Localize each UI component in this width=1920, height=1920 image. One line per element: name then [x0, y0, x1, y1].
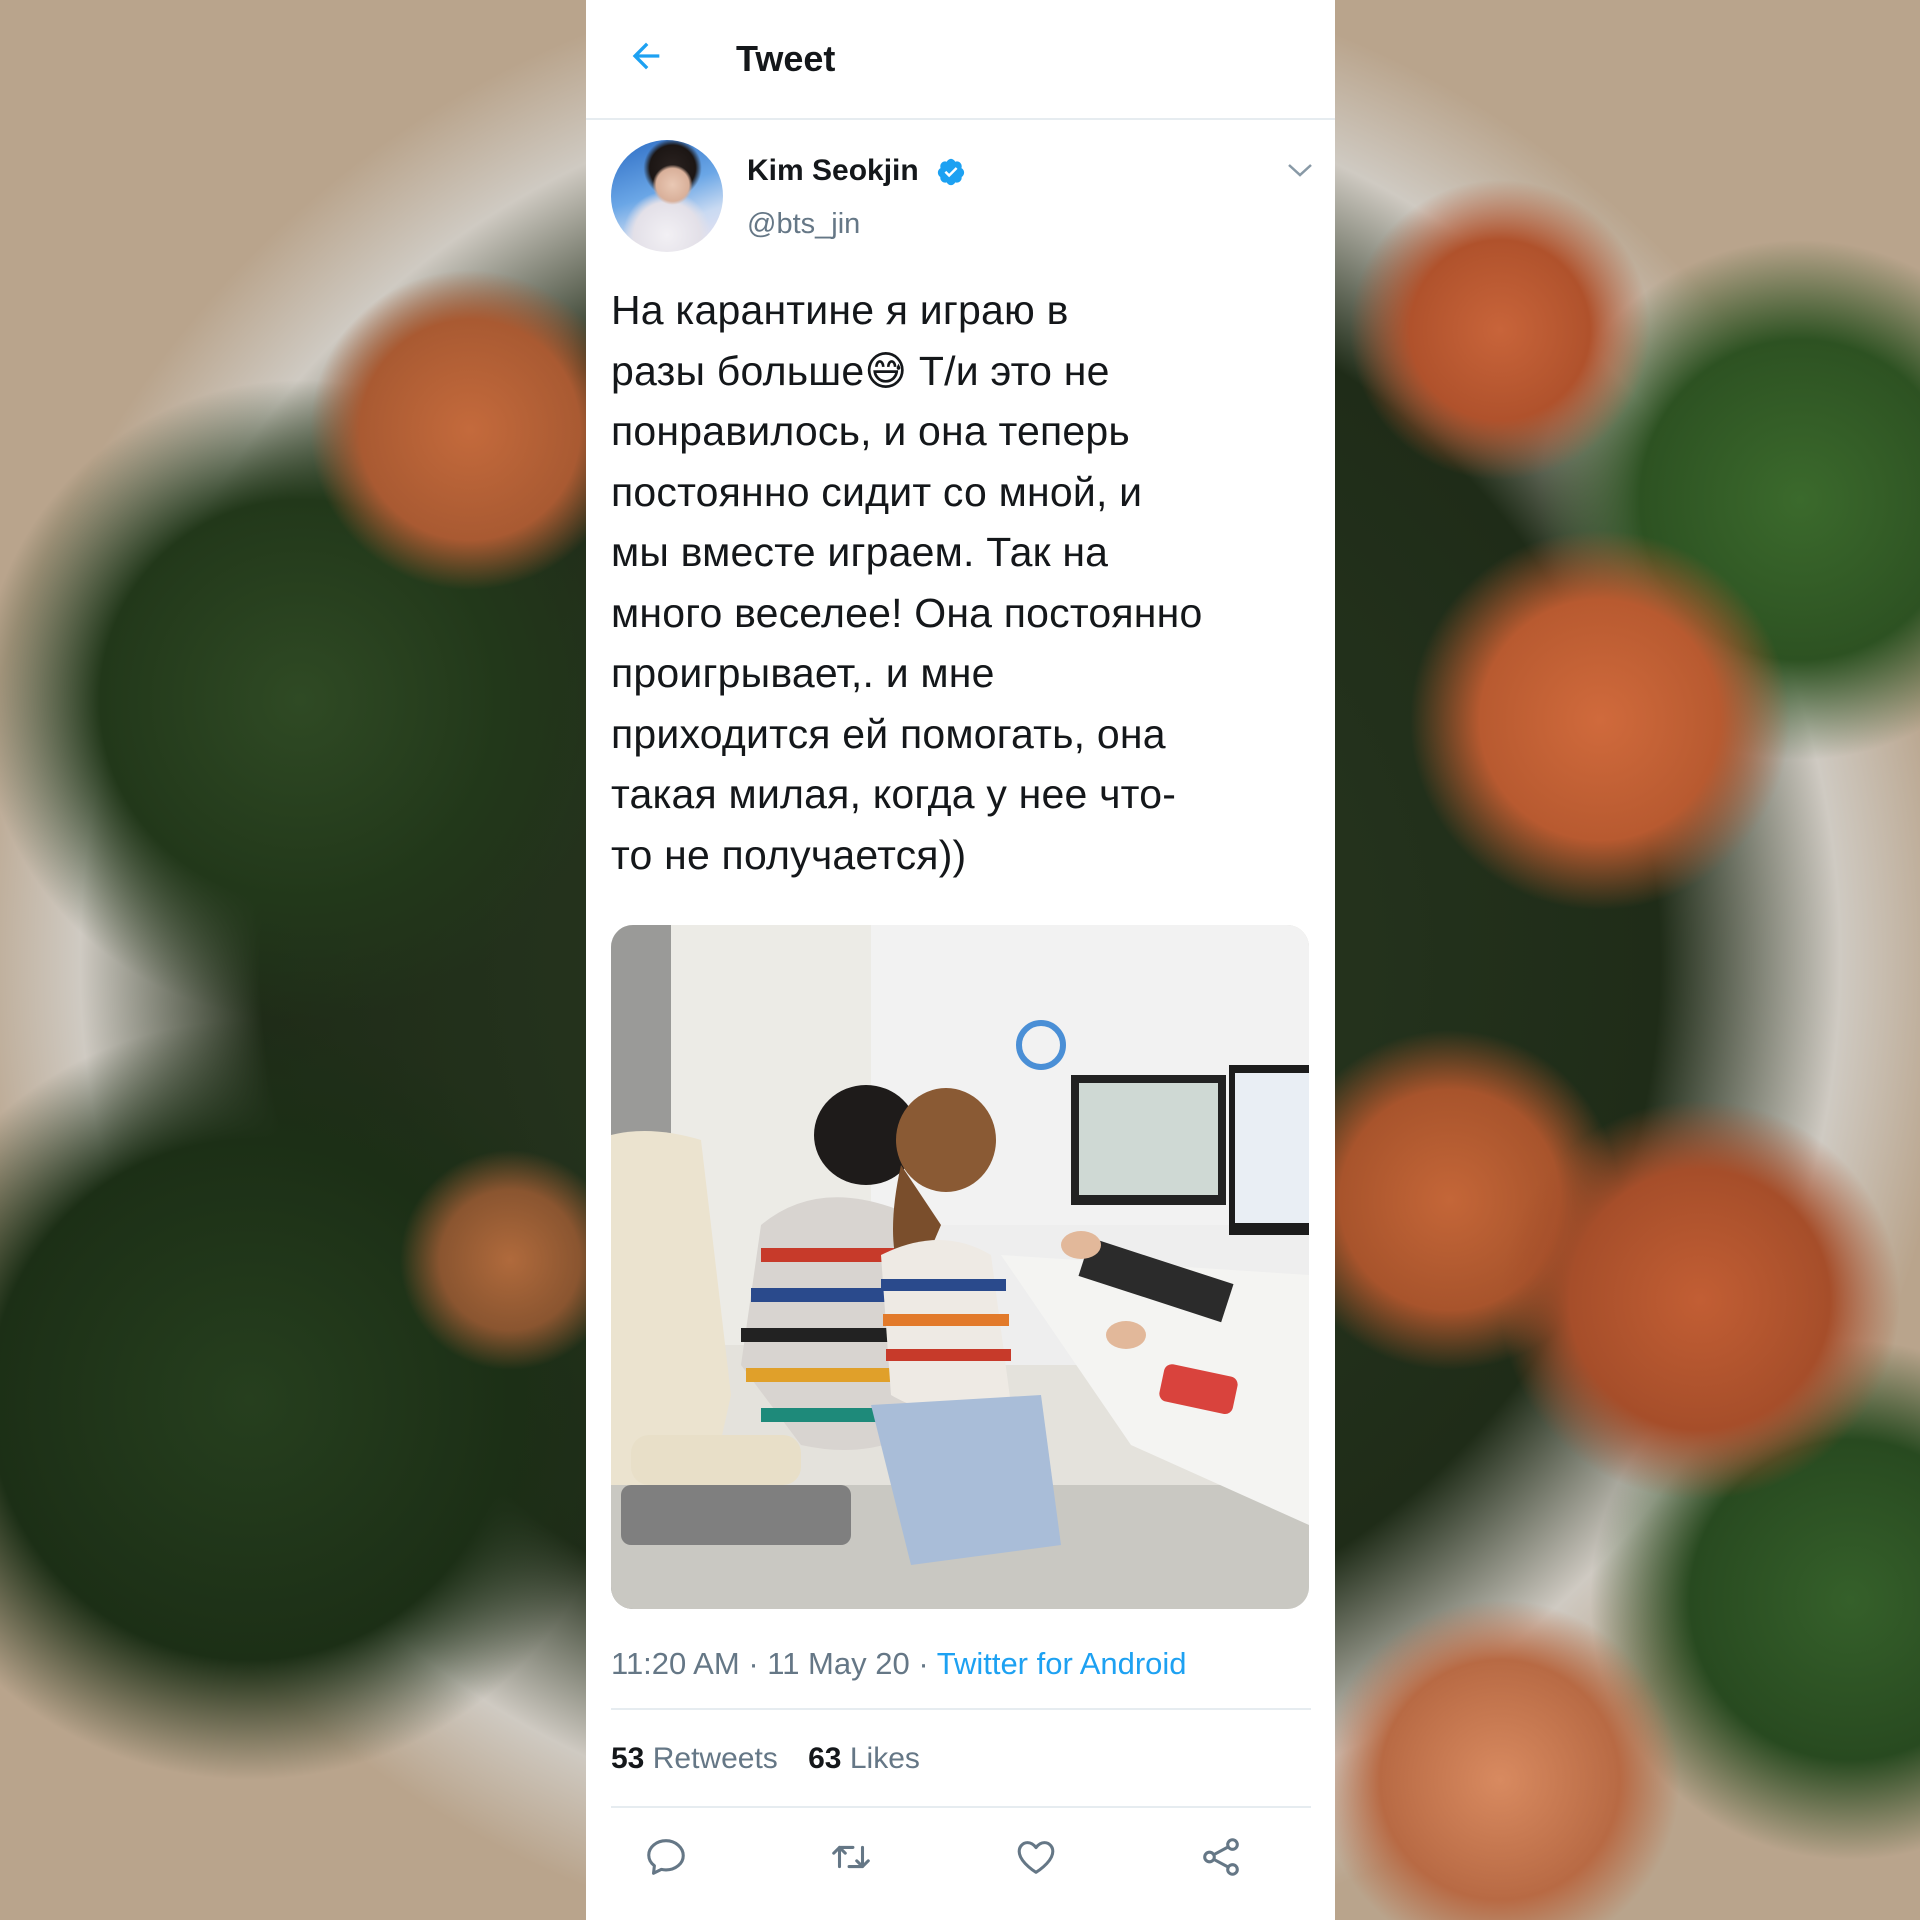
- retweets-stat[interactable]: 53 Retweets: [611, 1742, 778, 1775]
- tweet-meta: 11:20 AM · 11 May 20 · Twitter for Andro…: [611, 1646, 1187, 1682]
- like-icon[interactable]: [1013, 1834, 1059, 1880]
- retweet-icon[interactable]: [828, 1834, 874, 1880]
- tweet-time: 11:20 AM: [611, 1646, 740, 1681]
- avatar[interactable]: [611, 140, 723, 252]
- page-title: Tweet: [736, 38, 836, 79]
- retweets-label: Retweets: [652, 1742, 778, 1775]
- tweet-card: Tweet Kim Seokjin @bts_jin На карантине …: [586, 0, 1335, 1920]
- user-name[interactable]: Kim Seokjin: [747, 154, 919, 188]
- likes-stat[interactable]: 63 Likes: [808, 1742, 920, 1775]
- likes-label: Likes: [849, 1742, 920, 1775]
- back-arrow-icon[interactable]: [626, 36, 666, 76]
- retweets-count: 53: [611, 1742, 645, 1775]
- tweet-stats: 53 Retweets 63 Likes: [611, 1742, 942, 1776]
- reply-icon[interactable]: [643, 1834, 689, 1880]
- chevron-down-icon[interactable]: [1286, 160, 1314, 180]
- tweet-source-link[interactable]: Twitter for Android: [937, 1646, 1187, 1681]
- meta-separator: ·: [918, 1646, 937, 1681]
- tweet-date: 11 May 20: [767, 1646, 910, 1681]
- share-icon[interactable]: [1198, 1834, 1244, 1880]
- tweet-text: На карантине я играю в разы больше😅 Т/и …: [611, 287, 1203, 878]
- likes-count: 63: [808, 1742, 842, 1775]
- verified-badge-icon: [937, 158, 965, 186]
- user-handle[interactable]: @bts_jin: [747, 208, 860, 241]
- photo-illustration: [611, 925, 1309, 1609]
- divider: [611, 1806, 1311, 1808]
- meta-separator: ·: [748, 1646, 768, 1681]
- top-bar: Tweet: [586, 0, 1335, 120]
- tweet-photo[interactable]: [611, 925, 1309, 1609]
- divider: [611, 1708, 1311, 1710]
